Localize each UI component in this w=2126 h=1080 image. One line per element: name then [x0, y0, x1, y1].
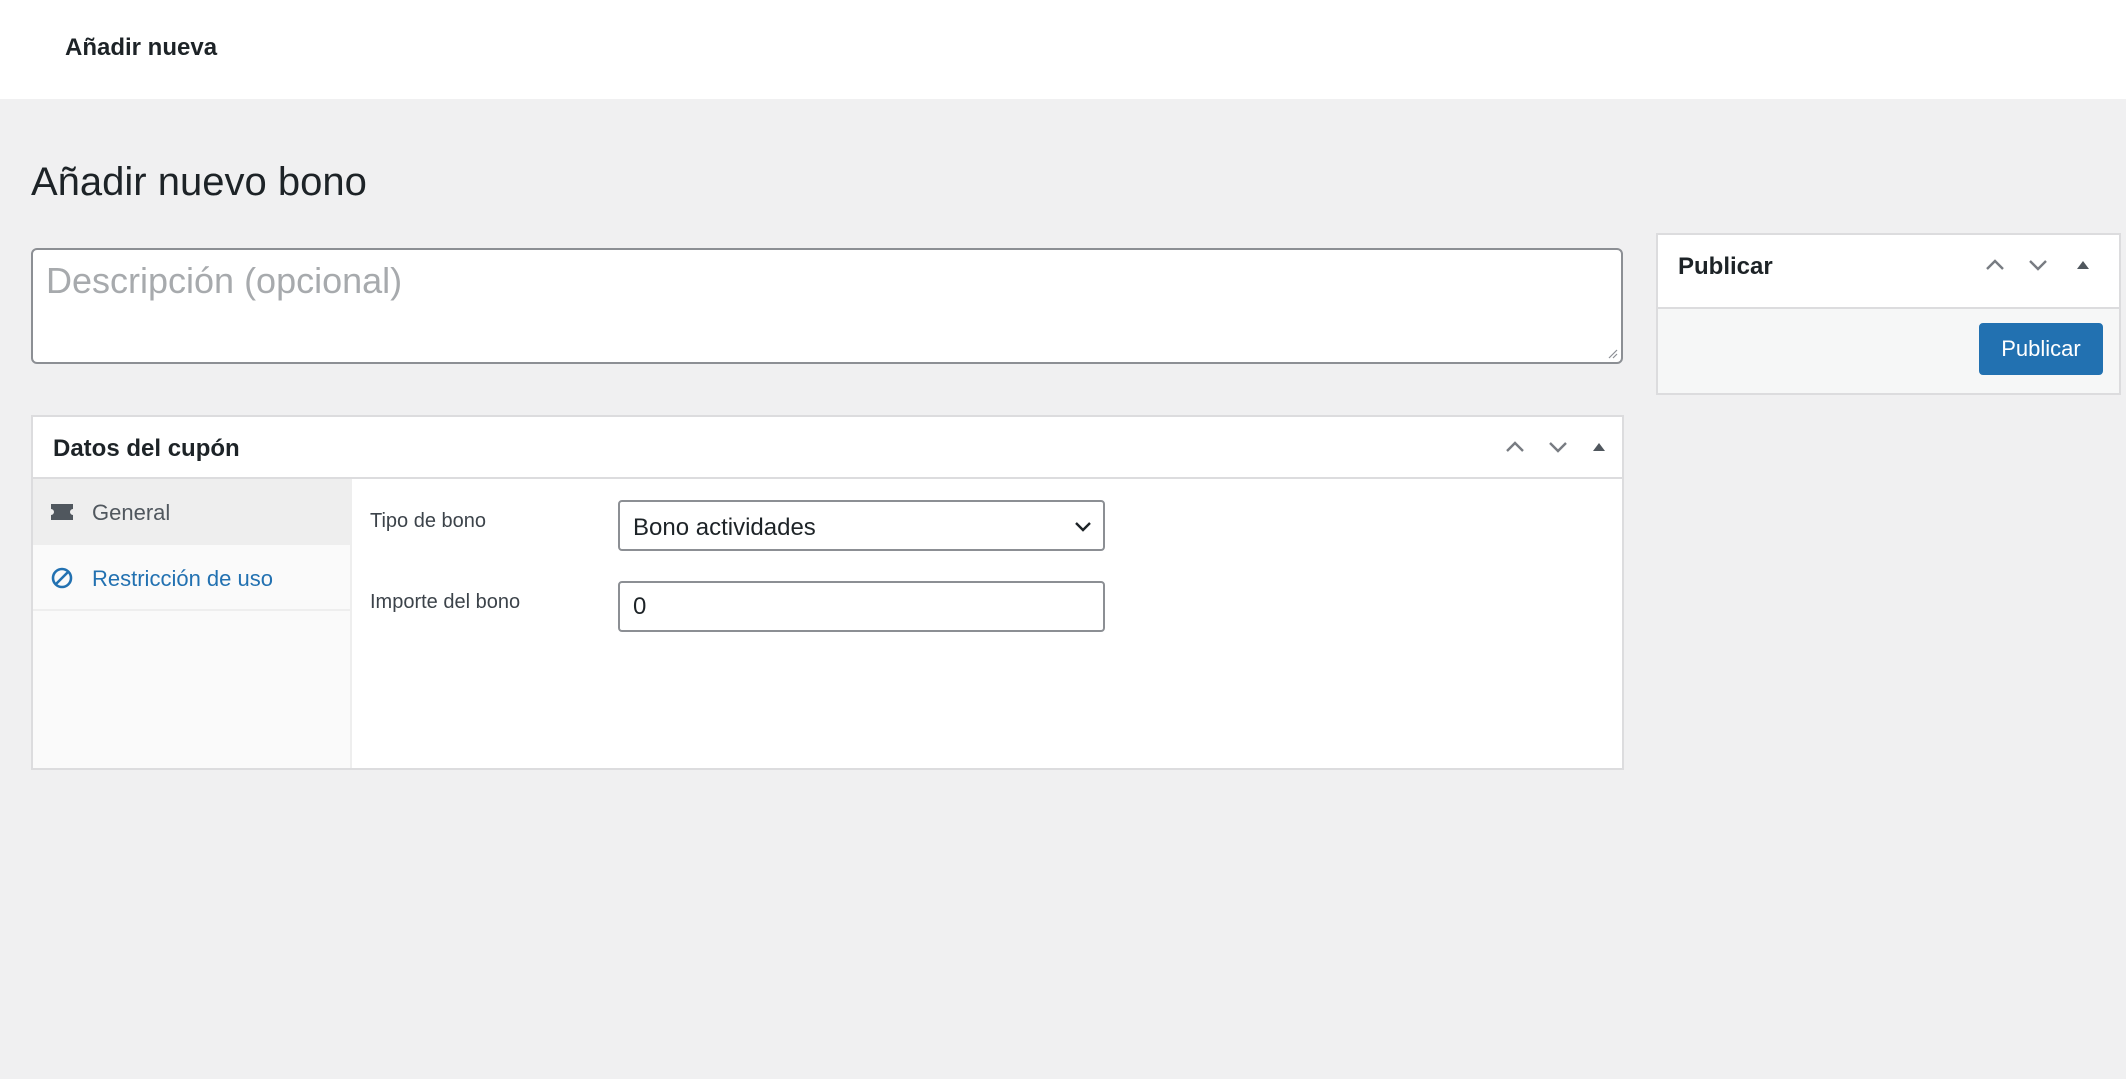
page-title: Añadir nuevo bono	[31, 160, 367, 204]
publish-move-down-button[interactable]	[2020, 247, 2056, 283]
coupon-amount-input[interactable]	[618, 581, 1105, 632]
chevron-down-icon	[2029, 260, 2047, 271]
publish-button[interactable]: Publicar	[1979, 323, 2103, 375]
publish-title: Publicar	[1678, 253, 1773, 280]
tab-usage-restriction[interactable]: Restricción de uso	[33, 545, 350, 611]
publish-actions: Publicar	[1658, 307, 2119, 393]
publish-toggle-panel-button[interactable]	[2065, 247, 2101, 283]
coupon-tabs: General Restricción de uso	[33, 479, 352, 768]
move-up-button[interactable]	[1497, 429, 1533, 465]
top-bar: Añadir nueva	[0, 0, 2126, 99]
resize-grip-icon[interactable]	[1608, 349, 1618, 359]
caret-up-icon	[1593, 443, 1605, 451]
coupon-data-header: Datos del cupón	[33, 417, 1622, 479]
coupon-data-title: Datos del cupón	[53, 435, 240, 462]
coupon-type-label: Tipo de bono	[370, 510, 487, 532]
ticket-icon	[51, 504, 73, 520]
top-bar-title: Añadir nueva	[65, 34, 218, 61]
publish-header: Publicar	[1658, 235, 2119, 295]
coupon-type-select[interactable]: Bono actividades	[618, 500, 1105, 551]
coupon-amount-label: Importe del bono	[370, 591, 521, 613]
chevron-up-icon	[1986, 259, 2004, 270]
block-icon	[51, 567, 73, 589]
chevron-up-icon	[1506, 441, 1524, 452]
toggle-panel-button[interactable]	[1581, 429, 1617, 465]
chevron-down-icon	[1549, 442, 1567, 453]
publish-move-up-button[interactable]	[1977, 247, 2013, 283]
chevron-down-icon	[1075, 522, 1091, 532]
tab-general[interactable]: General	[33, 479, 350, 545]
caret-up-icon	[2077, 261, 2089, 269]
tab-usage-restriction-label: Restricción de uso	[92, 566, 273, 591]
coupon-type-value: Bono actividades	[633, 514, 816, 541]
move-down-button[interactable]	[1540, 429, 1576, 465]
description-input[interactable]	[31, 248, 1623, 364]
tab-general-label: General	[92, 500, 171, 525]
publish-box: Publicar Publicar	[1656, 233, 2121, 395]
